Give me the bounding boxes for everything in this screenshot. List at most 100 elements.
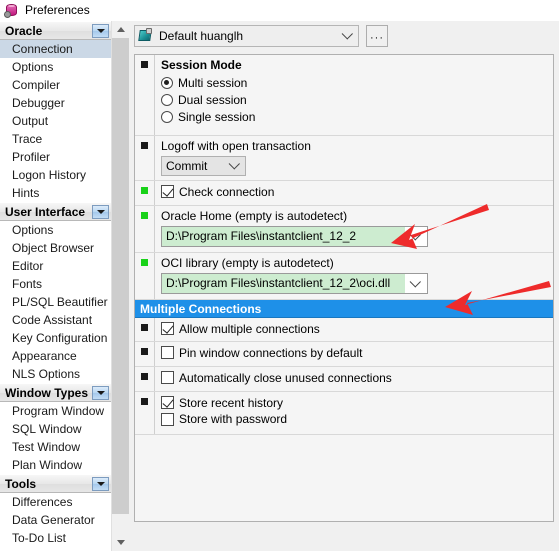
- sidebar-item-sql-window[interactable]: SQL Window: [0, 420, 111, 438]
- oci-library-value[interactable]: D:\Program Files\instantclient_12_2\oci.…: [162, 274, 405, 293]
- sidebar-item-profiler[interactable]: Profiler: [0, 148, 111, 166]
- sidebar-item-recall-statement[interactable]: Recall Statement: [0, 547, 111, 551]
- sidebar-item-compiler[interactable]: Compiler: [0, 76, 111, 94]
- ellipsis-button[interactable]: ···: [366, 25, 388, 47]
- preference-set-row: Default huanglh ···: [134, 24, 554, 51]
- checkbox-icon[interactable]: [161, 412, 174, 426]
- checkbox-auto-close-unused-connections[interactable]: Automatically close unused connections: [159, 367, 553, 385]
- checkbox-pin-window-connections[interactable]: Pin window connections by default: [159, 342, 553, 360]
- category-header-label: Window Types: [5, 385, 89, 400]
- radio-label: Single session: [178, 109, 256, 124]
- checkbox-icon[interactable]: [161, 346, 174, 359]
- category-header-tools[interactable]: Tools: [0, 474, 111, 493]
- radio-icon[interactable]: [161, 76, 173, 89]
- sidebar-item-data-generator[interactable]: Data Generator: [0, 511, 111, 529]
- sidebar-item-nls-options[interactable]: NLS Options: [0, 365, 111, 383]
- chevron-down-icon[interactable]: [405, 274, 427, 293]
- sidebar-item-trace[interactable]: Trace: [0, 130, 111, 148]
- sidebar-item-code-assistant[interactable]: Code Assistant: [0, 311, 111, 329]
- sidebar-item-differences[interactable]: Differences: [0, 493, 111, 511]
- sidebar-item-debugger[interactable]: Debugger: [0, 94, 111, 112]
- chevron-down-icon[interactable]: [92, 477, 109, 491]
- checkbox-store-recent-history[interactable]: Store recent history: [159, 392, 553, 410]
- scrollbar-thumb[interactable]: [112, 38, 129, 514]
- preference-set-combobox[interactable]: Default huanglh: [134, 25, 359, 47]
- sidebar-item-output[interactable]: Output: [0, 112, 111, 130]
- sidebar-item-options-oracle[interactable]: Options: [0, 58, 111, 76]
- checkbox-store-with-password[interactable]: Store with password: [159, 410, 553, 428]
- sidebar-item-object-browser[interactable]: Object Browser: [0, 239, 111, 257]
- caret-up-icon[interactable]: [112, 21, 129, 38]
- radio-dual-session[interactable]: Dual session: [159, 91, 553, 108]
- category-header-window-types[interactable]: Window Types: [0, 383, 111, 402]
- checkbox-check-connection[interactable]: Check connection: [159, 181, 553, 199]
- sidebar-item-plan-window[interactable]: Plan Window: [0, 456, 111, 474]
- preferences-dialog-body: Oracle Connection Options Compiler Debug…: [0, 21, 559, 551]
- sidebar-item-connection[interactable]: Connection: [0, 40, 111, 58]
- checkbox-label: Store with password: [179, 412, 288, 426]
- radio-multi-session[interactable]: Multi session: [159, 74, 553, 91]
- sidebar-item-key-configuration[interactable]: Key Configuration: [0, 329, 111, 347]
- checkbox-icon[interactable]: [161, 396, 174, 409]
- sidebar-item-logon-history[interactable]: Logon History: [0, 166, 111, 184]
- category-header-label: User Interface: [5, 204, 86, 219]
- category-tree[interactable]: Oracle Connection Options Compiler Debug…: [0, 21, 111, 551]
- logoff-value: Commit: [166, 159, 208, 173]
- preference-set-value: Default huanglh: [159, 29, 244, 43]
- checkbox-label: Check connection: [179, 184, 275, 199]
- category-header-label: Oracle: [5, 23, 43, 38]
- checkbox-label: Store recent history: [179, 395, 284, 410]
- modified-marker: [141, 259, 148, 266]
- logoff-combobox[interactable]: Commit: [161, 156, 246, 176]
- checkbox-icon[interactable]: [161, 185, 174, 198]
- logoff-label: Logoff with open transaction: [161, 139, 311, 153]
- radio-icon[interactable]: [161, 93, 173, 106]
- radio-single-session[interactable]: Single session: [159, 108, 553, 125]
- modified-marker: [141, 142, 148, 149]
- oci-library-label: OCI library (empty is autodetect): [161, 256, 334, 270]
- sidebar-item-editor[interactable]: Editor: [0, 257, 111, 275]
- oracle-home-label: Oracle Home (empty is autodetect): [161, 209, 348, 223]
- checkbox-allow-multiple-connections[interactable]: Allow multiple connections: [159, 318, 553, 336]
- sidebar-item-options-ui[interactable]: Options: [0, 221, 111, 239]
- checkbox-icon[interactable]: [161, 371, 174, 384]
- window-titlebar: Preferences: [0, 0, 559, 21]
- section-header-multiple-connections: Multiple Connections: [135, 300, 553, 318]
- sidebar-item-hints[interactable]: Hints: [0, 184, 111, 202]
- sidebar-item-to-do-list[interactable]: To-Do List: [0, 529, 111, 547]
- checkbox-label: Pin window connections by default: [179, 345, 363, 360]
- chevron-down-icon[interactable]: [92, 24, 109, 38]
- chevron-down-icon[interactable]: [225, 158, 245, 170]
- setting-oci-library: OCI library (empty is autodetect) D:\Pro…: [135, 253, 553, 300]
- setting-allow-multiple-connections: Allow multiple connections: [135, 318, 553, 342]
- oracle-home-value[interactable]: D:\Program Files\instantclient_12_2: [162, 227, 405, 246]
- sidebar-item-plsql-beautifier[interactable]: PL/SQL Beautifier: [0, 293, 111, 311]
- sidebar-item-program-window[interactable]: Program Window: [0, 402, 111, 420]
- setting-auto-close-unused: Automatically close unused connections: [135, 367, 553, 392]
- chevron-down-icon[interactable]: [405, 227, 427, 246]
- sidebar-item-appearance[interactable]: Appearance: [0, 347, 111, 365]
- category-header-oracle[interactable]: Oracle: [0, 21, 111, 40]
- sidebar-item-test-window[interactable]: Test Window: [0, 438, 111, 456]
- preference-set-icon: [138, 28, 154, 44]
- modified-marker: [141, 398, 148, 405]
- radio-icon[interactable]: [161, 110, 173, 123]
- sidebar-scrollbar[interactable]: [111, 21, 129, 551]
- checkbox-label: Automatically close unused connections: [179, 370, 392, 385]
- chevron-down-icon[interactable]: [92, 205, 109, 219]
- sidebar-item-fonts[interactable]: Fonts: [0, 275, 111, 293]
- settings-list: Session Mode Multi session Dual session …: [134, 54, 554, 522]
- checkbox-icon[interactable]: [161, 322, 174, 335]
- chevron-down-icon[interactable]: [338, 26, 358, 46]
- checkbox-label: Allow multiple connections: [179, 321, 320, 336]
- modified-marker: [141, 187, 148, 194]
- category-header-user-interface[interactable]: User Interface: [0, 202, 111, 221]
- setting-pin-window-connections: Pin window connections by default: [135, 342, 553, 367]
- oci-library-combobox[interactable]: D:\Program Files\instantclient_12_2\oci.…: [161, 273, 428, 294]
- caret-down-icon[interactable]: [112, 534, 129, 551]
- radio-label: Multi session: [178, 75, 248, 90]
- category-header-label: Tools: [5, 476, 37, 491]
- oracle-home-combobox[interactable]: D:\Program Files\instantclient_12_2: [161, 226, 428, 247]
- chevron-down-icon[interactable]: [92, 386, 109, 400]
- setting-history: Store recent history Store with password: [135, 392, 553, 435]
